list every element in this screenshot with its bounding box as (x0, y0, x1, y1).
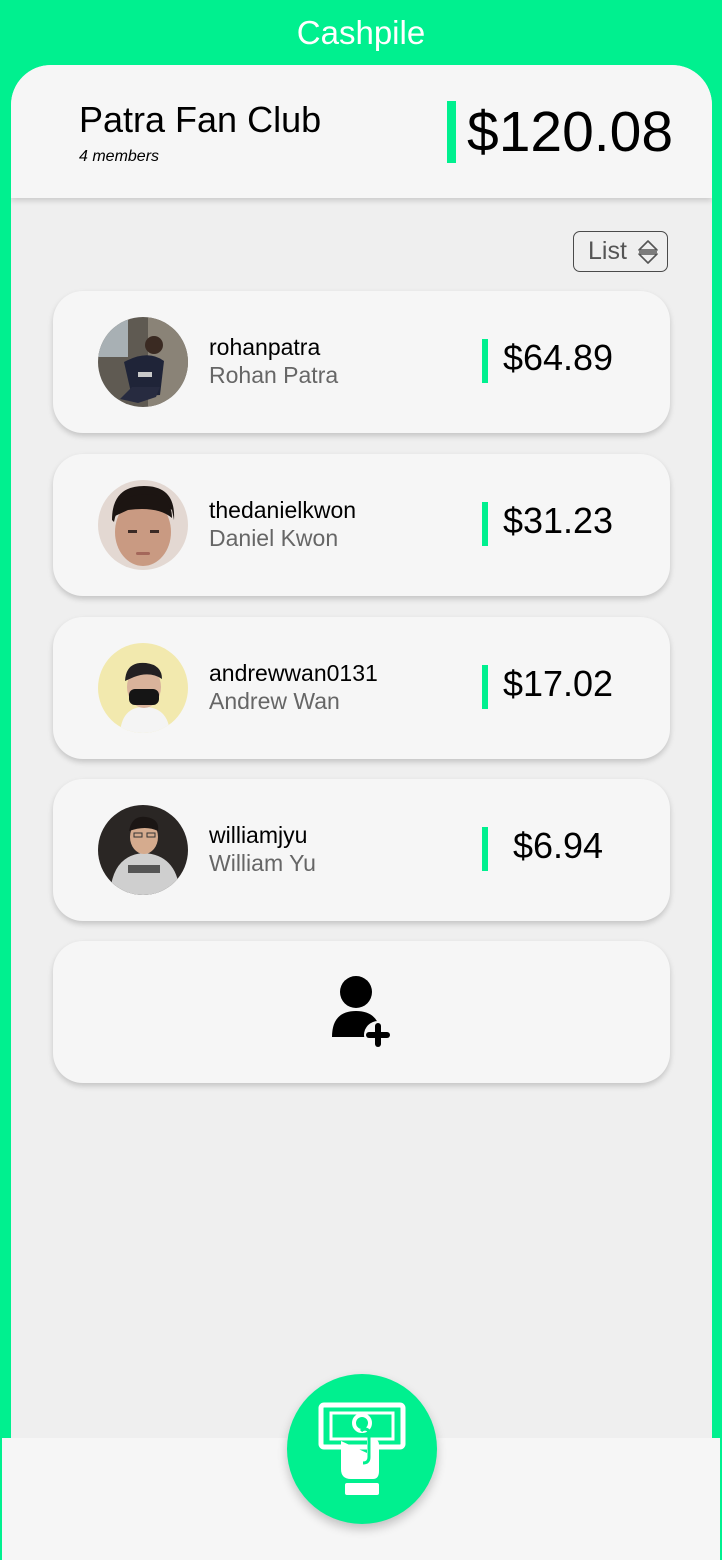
member-amount: $64.89 (502, 337, 614, 378)
member-card[interactable]: thedanielkwon Daniel Kwon $31.23 (53, 454, 670, 596)
member-username: thedanielkwon (209, 497, 357, 523)
avatar (98, 480, 188, 570)
avatar (98, 643, 188, 733)
member-amount: $17.02 (502, 663, 614, 704)
member-card[interactable]: rohanpatra Rohan Patra $64.89 (53, 291, 670, 433)
group-name: Patra Fan Club (79, 99, 322, 140)
member-amount: $31.23 (502, 500, 614, 541)
view-mode-select[interactable]: List (573, 231, 668, 272)
member-username: williamjyu (209, 822, 308, 848)
main-panel: Patra Fan Club 4 members $120.08 List ro… (11, 65, 712, 1560)
member-card[interactable]: andrewwan0131 Andrew Wan $17.02 (53, 617, 670, 759)
member-count: 4 members (79, 148, 160, 165)
app-title: Cashpile (296, 14, 426, 51)
member-fullname: Rohan Patra (209, 362, 339, 388)
member-card[interactable]: williamjyu William Yu $6.94 (53, 779, 670, 921)
add-member-button[interactable] (53, 941, 670, 1083)
member-username: rohanpatra (209, 334, 321, 360)
group-header: Patra Fan Club 4 members $120.08 (11, 65, 712, 198)
add-user-icon (328, 973, 394, 1054)
avatar (98, 317, 188, 407)
cash-hand-icon (317, 1397, 407, 1502)
group-total: $120.08 (467, 100, 674, 164)
total-accent-bar (447, 101, 456, 163)
member-fullname: William Yu (209, 850, 316, 876)
member-fullname: Andrew Wan (209, 688, 340, 714)
sort-arrows-icon (637, 238, 659, 266)
view-mode-label: List (588, 237, 627, 265)
avatar (98, 805, 188, 895)
member-fullname: Daniel Kwon (209, 525, 339, 551)
pay-button[interactable] (287, 1374, 437, 1524)
member-username: andrewwan0131 (209, 660, 378, 686)
member-amount: $6.94 (512, 825, 604, 866)
